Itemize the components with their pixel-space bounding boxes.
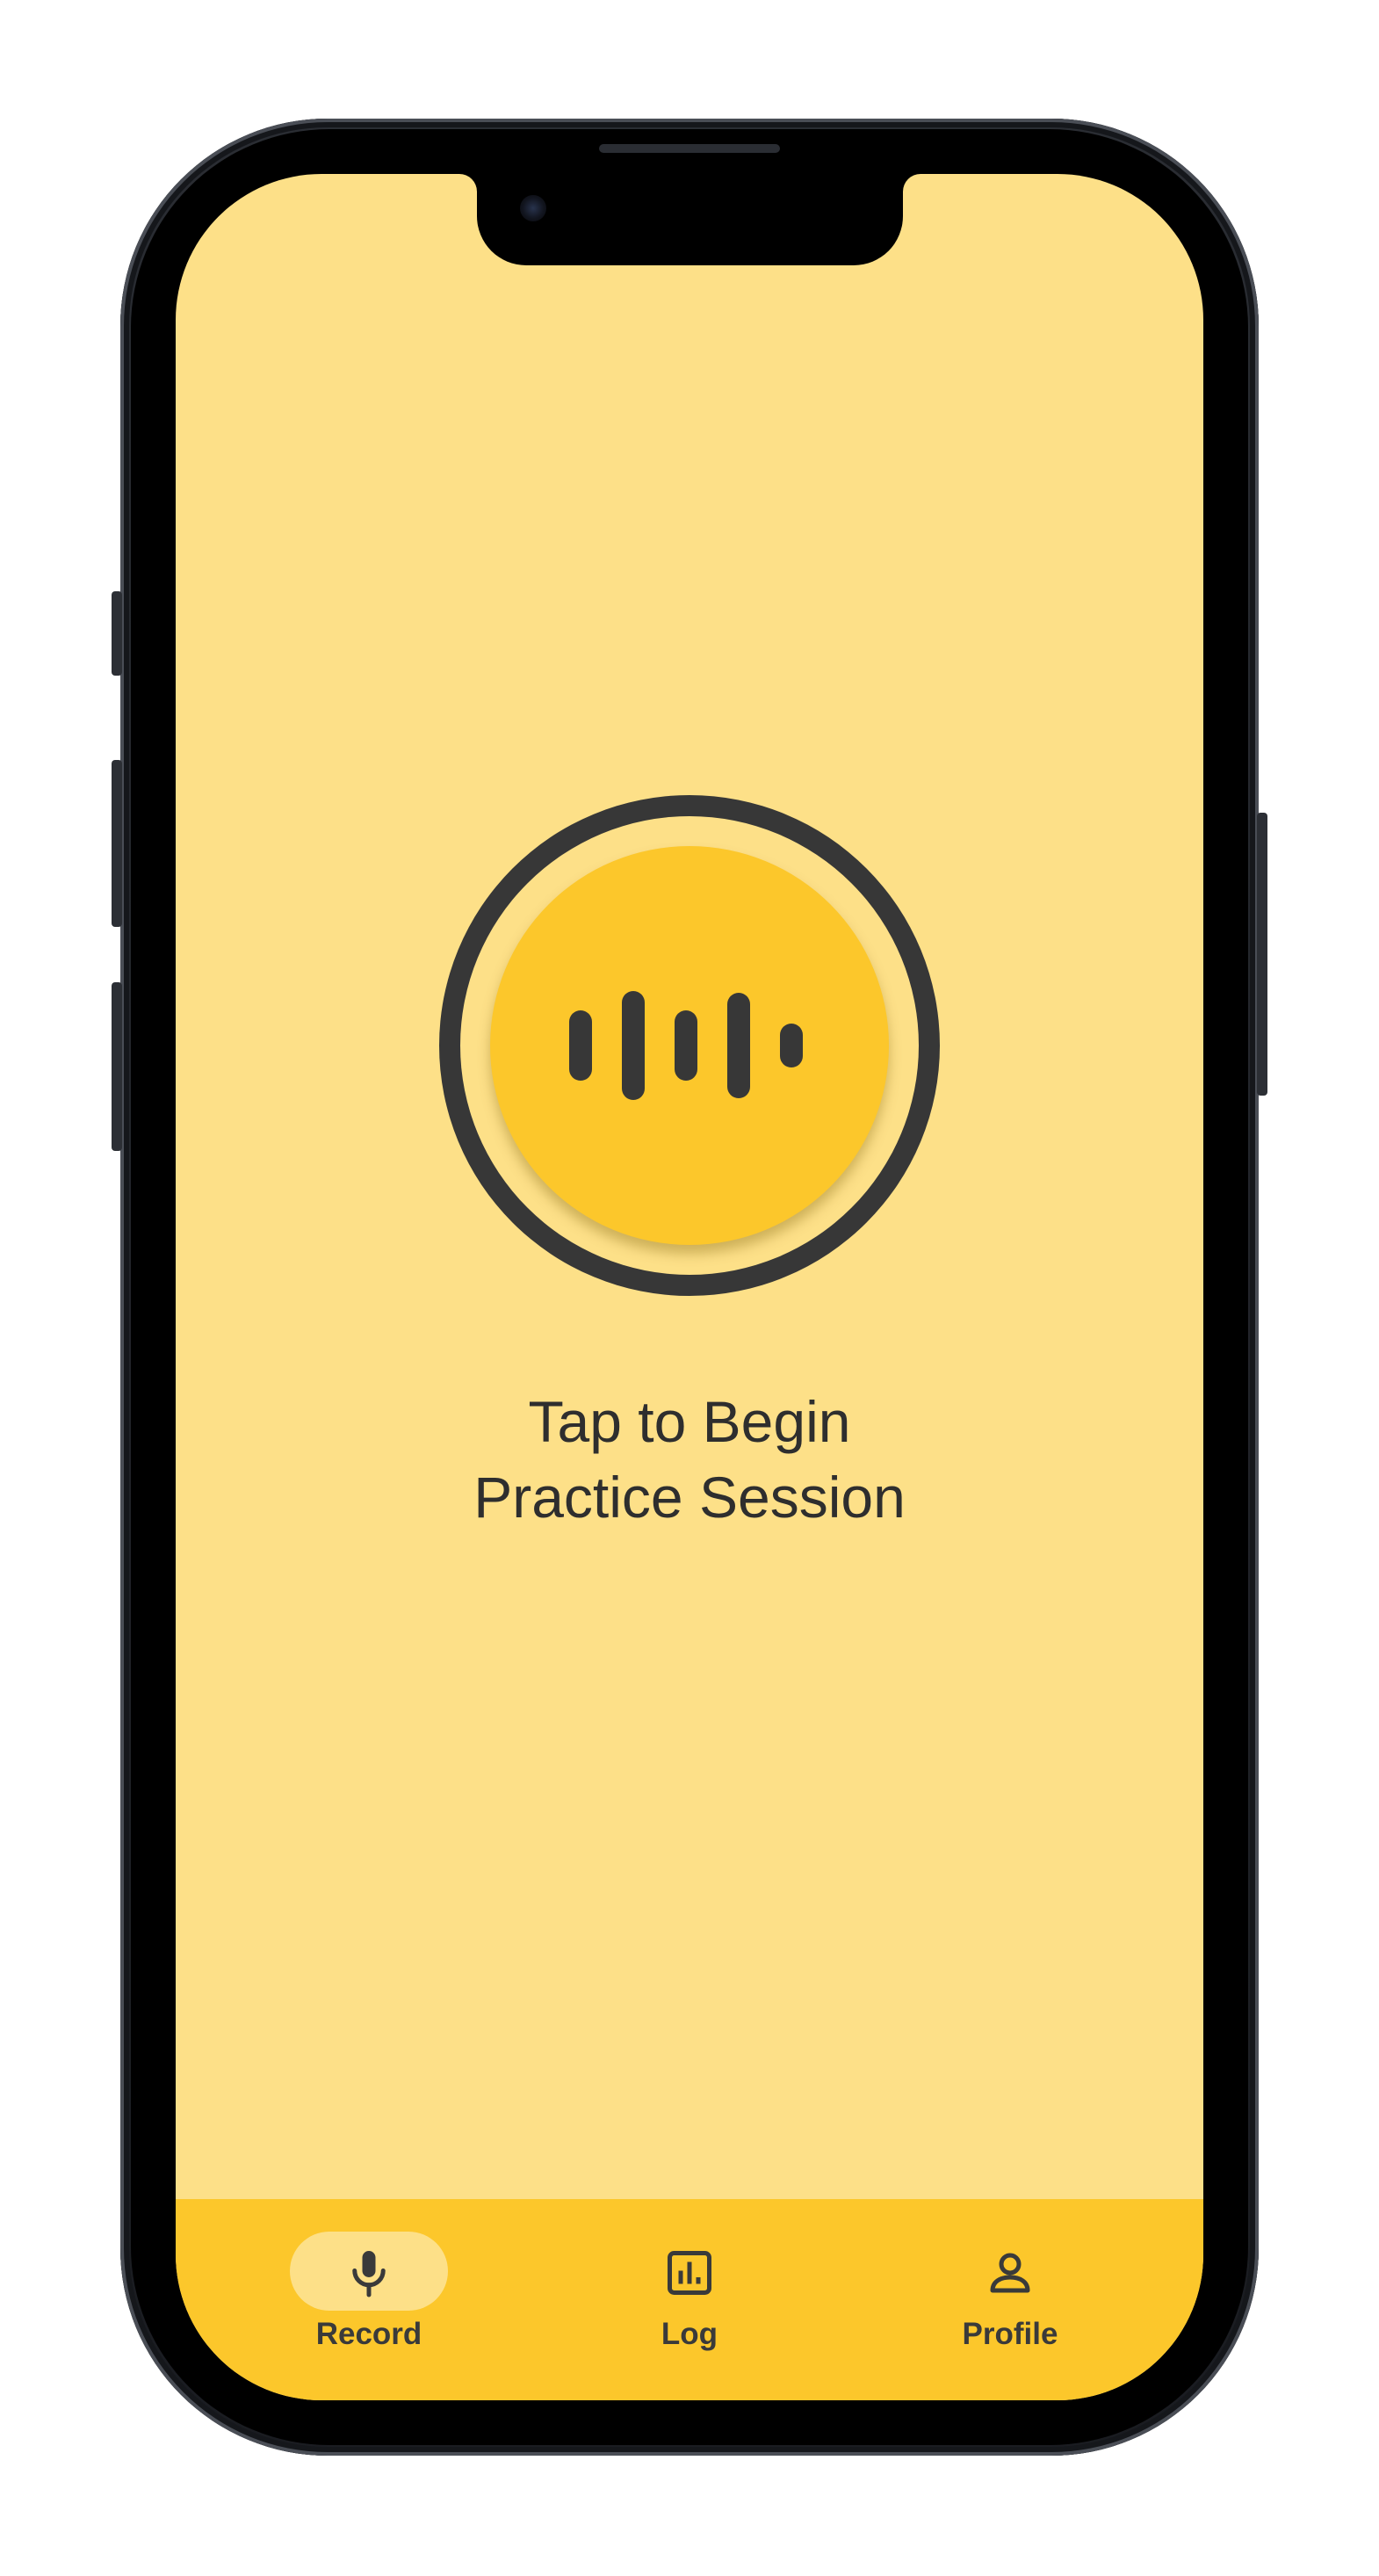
start-prompt: Tap to Begin Practice Session [250,1384,1129,1535]
front-camera [520,195,546,221]
app-screen: Tap to Begin Practice Session Record Log [176,174,1203,2400]
audio-waveform-icon [569,991,803,1100]
bar-chart-icon [668,2251,711,2295]
bottom-navigation: Record Log Profile [176,2199,1203,2400]
mute-switch [112,591,122,676]
record-button-core [490,846,889,1245]
start-session-button[interactable] [439,795,940,1296]
power-button [1257,813,1267,1096]
prompt-line-1: Tap to Begin [528,1389,851,1454]
volume-up-button [112,760,122,927]
prompt-line-2: Practice Session [473,1465,906,1530]
notch-corner-right [903,174,938,209]
person-icon [990,2253,1030,2293]
earpiece-speaker [599,144,780,153]
nav-label-record: Record [315,2317,422,2351]
notch [477,174,903,265]
nav-item-log[interactable]: Log [584,2199,795,2375]
volume-down-button [112,982,122,1151]
nav-label-log: Log [661,2317,718,2351]
nav-item-profile[interactable]: Profile [905,2199,1115,2375]
microphone-icon [352,2251,386,2297]
record-button-gap [460,816,919,1275]
nav-item-record[interactable]: Record [264,2199,474,2375]
notch-corner-left [442,174,477,209]
nav-label-profile: Profile [962,2317,1058,2351]
